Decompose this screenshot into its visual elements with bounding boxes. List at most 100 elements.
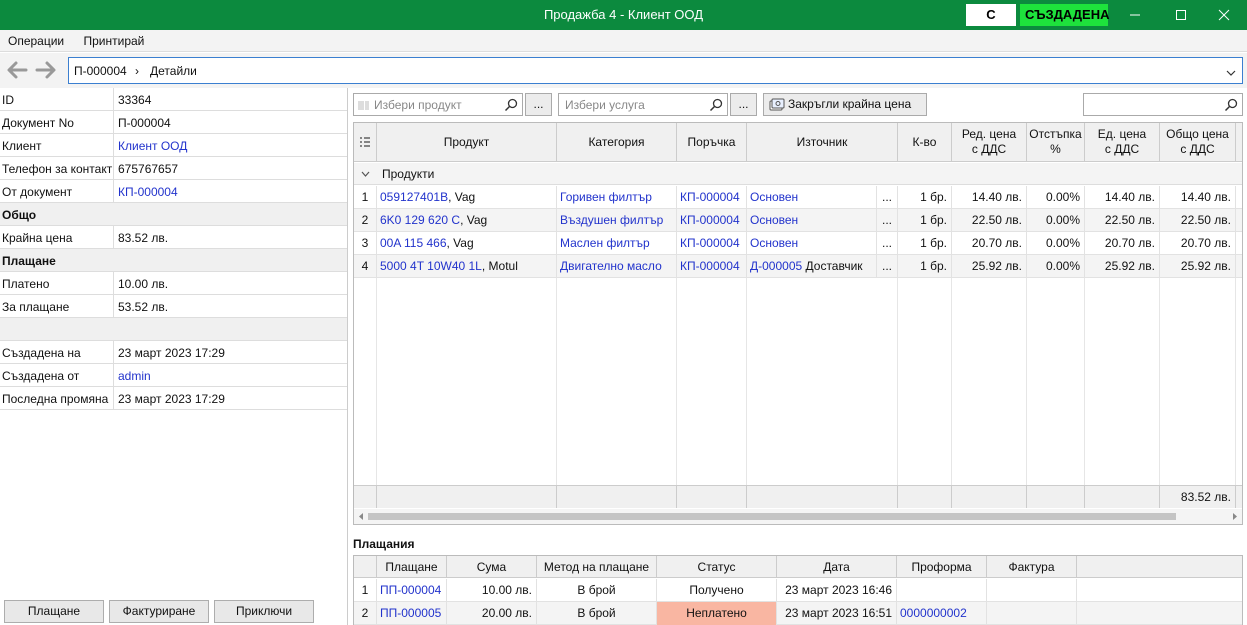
order-link[interactable]: КП-000004 <box>677 232 747 255</box>
order-link[interactable]: КП-000004 <box>677 255 747 278</box>
payment-link[interactable]: ПП-000004 <box>377 579 447 602</box>
column-header-qty[interactable]: К-во <box>898 123 952 162</box>
scroll-left-icon[interactable] <box>358 512 364 521</box>
detail-row-client: Клиент Клиент ООД <box>0 134 347 157</box>
source-link[interactable]: Д-000005 <box>750 259 802 273</box>
product-picker[interactable]: Избери продукт <box>353 93 523 116</box>
source-cell: Основен <box>747 209 877 232</box>
forward-arrow-icon[interactable] <box>33 57 59 83</box>
column-header-total-price[interactable]: Общо цена с ДДС <box>1160 123 1236 162</box>
qty-cell: 1 бр. <box>898 232 952 255</box>
breadcrumb[interactable]: П-000004 › Детайли <box>68 57 1243 84</box>
column-header-filler <box>1077 556 1242 578</box>
group-row-products[interactable]: Продукти <box>354 163 1242 185</box>
column-header-payment[interactable]: Плащане <box>377 556 447 578</box>
category-link[interactable]: Двигателно масло <box>557 255 677 278</box>
proforma-link[interactable]: 0000000002 <box>897 602 987 625</box>
column-header-date[interactable]: Дата <box>777 556 897 578</box>
grid-search-input[interactable] <box>1083 93 1243 116</box>
payment-row[interactable]: 1 ПП-000004 10.00 лв. В брой Получено 23… <box>354 579 1242 602</box>
column-header-invoice[interactable]: Фактура <box>987 556 1077 578</box>
maximize-icon[interactable] <box>1158 0 1204 30</box>
source-button[interactable]: ... <box>877 255 898 278</box>
row-price-cell: 25.92 лв. <box>952 255 1027 278</box>
search-icon[interactable] <box>504 98 518 112</box>
column-header-amount[interactable]: Сума <box>447 556 537 578</box>
category-link[interactable]: Въздушен филтър <box>557 209 677 232</box>
category-link[interactable]: Маслен филтър <box>557 232 677 255</box>
row-number: 3 <box>354 232 377 255</box>
service-picker[interactable]: Избери услуга <box>558 93 728 116</box>
finish-button[interactable]: Приключи <box>214 600 314 623</box>
product-code-link[interactable]: 00A 115 466 <box>380 236 447 250</box>
barcode-icon <box>358 101 369 110</box>
product-brand: , Vag <box>446 236 474 250</box>
chevron-down-icon[interactable] <box>1226 66 1236 80</box>
column-chooser-icon[interactable] <box>354 123 377 162</box>
detail-label: ID <box>2 93 14 107</box>
table-row[interactable]: 1 059127401B, Vag Горивен филтър КП-0000… <box>354 186 1242 209</box>
client-link[interactable]: Клиент ООД <box>118 139 187 153</box>
order-link[interactable]: КП-000004 <box>677 186 747 209</box>
menu-print[interactable]: Принтирай <box>75 30 152 48</box>
chevron-down-icon[interactable] <box>361 171 370 178</box>
order-link[interactable]: КП-000004 <box>677 209 747 232</box>
product-cell: 6K0 129 620 C, Vag <box>377 209 557 232</box>
column-header-order[interactable]: Поръчка <box>677 123 747 162</box>
source-button[interactable]: ... <box>877 209 898 232</box>
section-payment: Плащане <box>0 249 347 272</box>
header-line: с ДДС <box>1104 142 1140 156</box>
column-header-method[interactable]: Метод на плащане <box>537 556 657 578</box>
column-header-source[interactable]: Източник <box>747 123 898 162</box>
scroll-right-icon[interactable] <box>1232 512 1238 521</box>
breadcrumb-root[interactable]: П-000004 <box>74 64 127 78</box>
detail-row-phone: Телефон за контакт 675767657 <box>0 157 347 180</box>
payment-row[interactable]: 2 ПП-000005 20.00 лв. В брой Неплатено 2… <box>354 602 1242 625</box>
column-header-product[interactable]: Продукт <box>377 123 557 162</box>
invoice-cell <box>987 602 1077 625</box>
detail-value: 10.00 лв. <box>118 277 169 291</box>
from-document-link[interactable]: КП-000004 <box>118 185 178 199</box>
back-arrow-icon[interactable] <box>4 57 30 83</box>
payment-button[interactable]: Плащане <box>4 600 104 623</box>
method-cell: В брой <box>537 602 657 625</box>
date-cell: 23 март 2023 16:51 <box>777 602 897 625</box>
close-icon[interactable] <box>1201 0 1247 30</box>
column-header-discount[interactable]: Отстъпка% <box>1027 123 1085 162</box>
column-header-unit-price[interactable]: Ед. цена с ДДС <box>1085 123 1160 162</box>
round-price-button[interactable]: Закръгли крайна цена <box>763 93 927 116</box>
service-browse-button[interactable]: ... <box>730 93 757 116</box>
source-button[interactable]: ... <box>877 232 898 255</box>
proforma-link[interactable] <box>897 579 987 602</box>
payment-link[interactable]: ПП-000005 <box>377 602 447 625</box>
category-link[interactable]: Горивен филтър <box>557 186 677 209</box>
amount-cell: 20.00 лв. <box>447 602 537 625</box>
column-header-row-price[interactable]: Ред. цена с ДДС <box>952 123 1027 162</box>
scrollbar-thumb[interactable] <box>368 513 1176 520</box>
table-row[interactable]: 4 5000 4T 10W40 1L, Motul Двигателно мас… <box>354 255 1242 278</box>
unit-price-cell: 25.92 лв. <box>1085 255 1160 278</box>
created-by-link[interactable]: admin <box>118 369 151 383</box>
horizontal-scrollbar[interactable] <box>354 509 1242 524</box>
menu-operations[interactable]: Операции <box>0 30 72 48</box>
column-header-proforma[interactable]: Проформа <box>897 556 987 578</box>
product-code-link[interactable]: 6K0 129 620 C <box>380 213 460 227</box>
source-button[interactable]: ... <box>877 186 898 209</box>
source-link[interactable]: Основен <box>750 236 798 250</box>
minimize-icon[interactable] <box>1112 0 1158 30</box>
table-row[interactable]: 2 6K0 129 620 C, Vag Въздушен филтър КП-… <box>354 209 1242 232</box>
column-header-status[interactable]: Статус <box>657 556 777 578</box>
source-link[interactable]: Основен <box>750 190 798 204</box>
search-icon[interactable] <box>709 98 723 112</box>
product-browse-button[interactable]: ... <box>525 93 552 116</box>
unit-price-cell: 22.50 лв. <box>1085 209 1160 232</box>
table-row[interactable]: 3 00A 115 466, Vag Маслен филтър КП-0000… <box>354 232 1242 255</box>
breadcrumb-separator: › <box>135 64 139 78</box>
source-link[interactable]: Основен <box>750 213 798 227</box>
invoicing-button[interactable]: Фактуриране <box>109 600 209 623</box>
product-code-link[interactable]: 5000 4T 10W40 1L <box>380 259 482 273</box>
search-icon[interactable] <box>1224 98 1238 112</box>
product-code-link[interactable]: 059127401B <box>380 190 448 204</box>
detail-row-due: За плащане 53.52 лв. <box>0 295 347 318</box>
column-header-category[interactable]: Категория <box>557 123 677 162</box>
